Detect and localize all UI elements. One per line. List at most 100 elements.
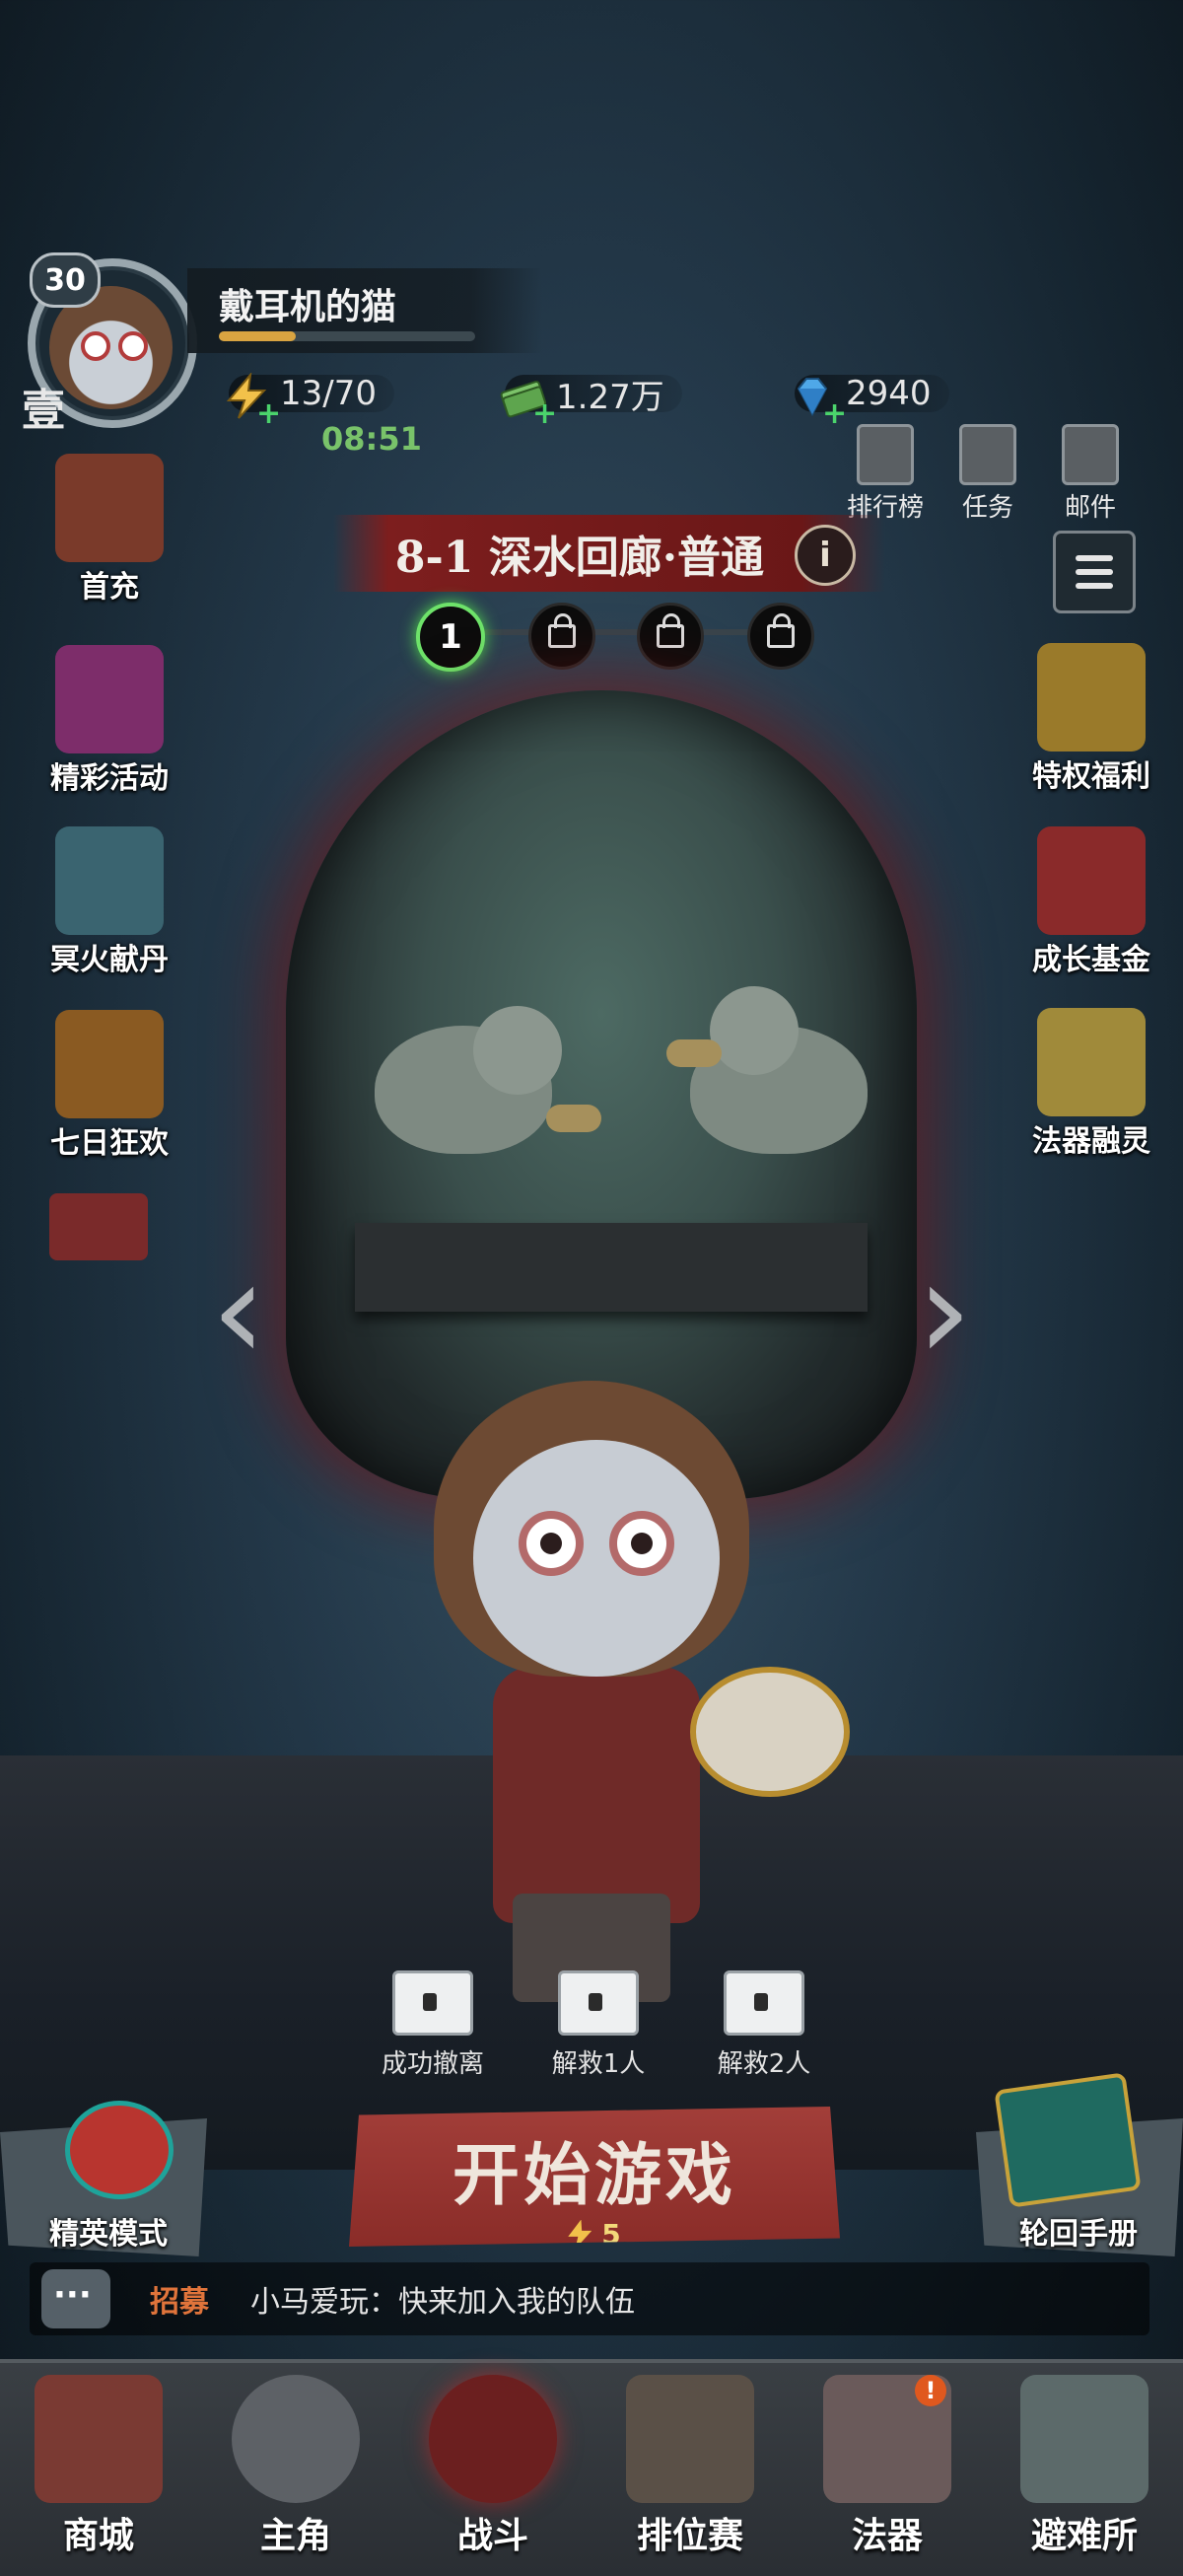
elite-mode-button[interactable]: 精英模式 bbox=[20, 2209, 197, 2253]
events-label: 精彩活动 bbox=[50, 761, 169, 796]
chest-icon bbox=[724, 1970, 804, 2036]
lightning-icon bbox=[568, 2219, 592, 2247]
elite-mode-icon bbox=[65, 2101, 174, 2199]
artifact-fusion-label: 法器融灵 bbox=[1032, 1124, 1150, 1159]
stamina-resource[interactable]: + 13/70 bbox=[226, 367, 394, 431]
book-icon bbox=[994, 2072, 1142, 2208]
nav-artifact[interactable]: ! 法器 bbox=[789, 2363, 986, 2576]
objective-label: 解救2人 bbox=[717, 2049, 811, 2079]
xp-bar-fill bbox=[219, 331, 296, 341]
nav-label: 排位赛 bbox=[636, 2516, 743, 2556]
duck-head-right bbox=[710, 986, 799, 1075]
start-game-button[interactable]: 开始游戏 5 bbox=[349, 2107, 840, 2247]
netherfire-button[interactable]: 冥火献丹 bbox=[35, 826, 183, 978]
growth-fund-icon bbox=[1037, 826, 1146, 935]
battle-icon bbox=[429, 2375, 557, 2503]
nav-ranked[interactable]: 排位赛 bbox=[592, 2363, 789, 2576]
gem-plus-icon[interactable]: + bbox=[822, 396, 847, 431]
first-recharge-label: 首充 bbox=[80, 570, 139, 605]
nav-label: 主角 bbox=[259, 2516, 331, 2556]
mail-icon bbox=[1062, 424, 1119, 485]
nav-label: 战斗 bbox=[456, 2516, 528, 2556]
nav-label: 法器 bbox=[851, 2516, 923, 2556]
stamina-timer: 08:51 bbox=[321, 420, 422, 458]
ranked-icon bbox=[626, 2375, 754, 2503]
stage-info-button[interactable]: i bbox=[795, 525, 856, 586]
duck-beak-right bbox=[666, 1039, 722, 1067]
duck-head-left bbox=[473, 1006, 562, 1095]
hamburger-menu-button[interactable] bbox=[1053, 531, 1136, 613]
chest-icon bbox=[392, 1970, 473, 2036]
stamina-plus-icon[interactable]: + bbox=[256, 396, 281, 431]
chat-bar[interactable]: 招募 小马爱玩：快来加入我的队伍 bbox=[30, 2262, 1149, 2335]
stage-progress-line bbox=[444, 629, 779, 635]
chest-icon bbox=[558, 1970, 639, 2036]
lantern-icon bbox=[55, 826, 164, 935]
notification-badge: ! bbox=[915, 2375, 946, 2406]
gift-icon bbox=[55, 645, 164, 753]
avatar-eye-left bbox=[81, 331, 110, 361]
tasks-button[interactable]: 任务 bbox=[948, 424, 1027, 524]
hero-eye-right bbox=[609, 1511, 674, 1576]
stage-node-current[interactable]: 1 bbox=[416, 603, 485, 672]
lock-icon bbox=[767, 613, 795, 648]
lock-icon bbox=[548, 613, 576, 648]
netherfire-label: 冥火献丹 bbox=[50, 943, 169, 977]
more-events-icon[interactable] bbox=[49, 1193, 148, 1260]
nav-label: 商城 bbox=[62, 2516, 134, 2556]
lock-icon bbox=[657, 613, 684, 648]
start-cost-value: 5 bbox=[601, 2218, 621, 2251]
player-level-badge: 30 bbox=[30, 252, 101, 308]
hero-eye-left bbox=[519, 1511, 584, 1576]
previous-stage-arrow[interactable]: ‹ bbox=[211, 1231, 266, 1392]
trophy-icon bbox=[857, 424, 914, 485]
hero-body bbox=[493, 1667, 700, 1923]
hero-character[interactable] bbox=[473, 1440, 720, 1677]
chat-message: 小马爱玩：快来加入我的队伍 bbox=[250, 2285, 635, 2320]
nav-character[interactable]: 主角 bbox=[197, 2363, 394, 2576]
leaderboard-button[interactable]: 排行榜 bbox=[846, 424, 925, 524]
xp-bar bbox=[219, 331, 475, 341]
chat-bubble-icon[interactable] bbox=[41, 2269, 110, 2328]
player-rank-char: 壹 bbox=[22, 386, 65, 436]
avatar-eye-right bbox=[118, 331, 148, 361]
stone-shelf bbox=[355, 1223, 868, 1312]
seven-day-button[interactable]: 七日狂欢 bbox=[35, 1010, 183, 1162]
character-icon bbox=[232, 2375, 360, 2503]
shop-icon bbox=[35, 2375, 163, 2503]
objective-rescue-one: 解救1人 bbox=[515, 1970, 682, 2080]
objective-escape: 成功撤离 bbox=[349, 1970, 517, 2080]
mail-label: 邮件 bbox=[1064, 493, 1116, 523]
stamina-value: 13/70 bbox=[280, 374, 377, 413]
bottom-nav: 商城 主角 战斗 排位赛 ! 法器 避难所 bbox=[0, 2359, 1183, 2576]
cash-plus-icon[interactable]: + bbox=[532, 396, 557, 431]
first-recharge-button[interactable]: 首充 bbox=[35, 454, 183, 606]
cash-resource[interactable]: + 1.27万 bbox=[500, 367, 682, 431]
nav-label: 避难所 bbox=[1030, 2516, 1138, 2556]
chat-tag: 招募 bbox=[150, 2285, 209, 2320]
player-name: 戴耳机的猫 bbox=[219, 287, 397, 327]
start-game-label: 开始游戏 bbox=[452, 2136, 736, 2215]
events-button[interactable]: 精彩活动 bbox=[35, 645, 183, 797]
shelter-icon bbox=[1020, 2375, 1148, 2503]
nav-shelter[interactable]: 避难所 bbox=[986, 2363, 1183, 2576]
privilege-button[interactable]: 特权福利 bbox=[1017, 643, 1165, 795]
nav-shop[interactable]: 商城 bbox=[0, 2363, 197, 2576]
stage-node-locked bbox=[747, 603, 814, 670]
stage-node-locked bbox=[528, 603, 595, 670]
artifact-fusion-button[interactable]: 法器融灵 bbox=[1017, 1008, 1165, 1160]
first-recharge-icon bbox=[55, 454, 164, 562]
mail-button[interactable]: 邮件 bbox=[1051, 424, 1130, 524]
seven-day-label: 七日狂欢 bbox=[50, 1126, 169, 1161]
growth-fund-label: 成长基金 bbox=[1032, 943, 1150, 977]
gem-resource[interactable]: + 2940 bbox=[795, 367, 949, 431]
next-stage-arrow[interactable]: › bbox=[917, 1231, 972, 1392]
objective-label: 成功撤离 bbox=[381, 2049, 484, 2079]
nav-battle[interactable]: 战斗 bbox=[394, 2363, 592, 2576]
seven-day-icon bbox=[55, 1010, 164, 1118]
start-cost: 5 bbox=[568, 2218, 621, 2251]
growth-fund-button[interactable]: 成长基金 bbox=[1017, 826, 1165, 978]
samsara-manual-button[interactable]: 轮回手册 bbox=[990, 2209, 1167, 2253]
lion-dance-weapon bbox=[690, 1667, 850, 1797]
tasks-label: 任务 bbox=[961, 493, 1013, 523]
